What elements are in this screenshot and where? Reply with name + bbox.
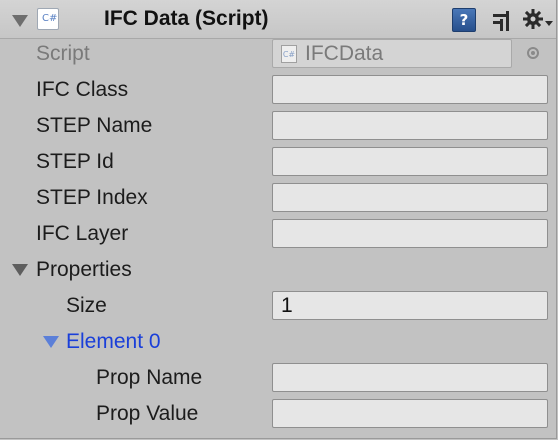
size-label: Size [66,294,107,317]
script-row: Script C# IFCData [0,36,556,72]
properties-label: Properties [36,258,132,281]
csharp-file-icon: C# [281,45,297,63]
step-id-label: STEP Id [36,150,114,173]
script-object-field[interactable]: C# IFCData [272,39,512,68]
field-row-prop-name: Prop Name [0,360,556,396]
step-index-input[interactable] [272,183,548,212]
csharp-script-icon: C# [42,13,58,24]
inspector-component-panel: C# IFC Data (Script) ? Script C# IFCData… [0,0,557,439]
component-enabled-checkbox[interactable]: C# [37,8,59,30]
step-index-label: STEP Index [36,186,148,209]
component-header[interactable]: C# IFC Data (Script) ? [0,0,556,39]
prop-name-label: Prop Name [96,366,203,389]
gear-icon[interactable] [522,8,554,32]
field-row-step-id: STEP Id [0,144,556,180]
component-title: IFC Data (Script) [104,7,269,30]
step-name-input[interactable] [272,111,548,140]
ifc-class-input[interactable] [272,75,548,104]
field-row-ifc-class: IFC Class [0,72,556,108]
ifc-layer-input[interactable] [272,219,548,248]
properties-foldout[interactable]: Properties [0,252,556,288]
element-0-foldout[interactable]: Element 0 [0,324,556,360]
step-name-label: STEP Name [36,114,153,137]
field-row-size: Size 1 [0,288,556,324]
field-row-prop-value: Prop Value [0,396,556,432]
field-row-step-name: STEP Name [0,108,556,144]
field-row-step-index: STEP Index [0,180,556,216]
element-0-label: Element 0 [66,330,161,353]
size-input[interactable]: 1 [272,291,548,320]
element-0-foldout-arrow-icon[interactable] [43,336,59,348]
prop-value-input[interactable] [272,399,548,428]
prop-name-input[interactable] [272,363,548,392]
step-id-input[interactable] [272,147,548,176]
component-foldout-arrow-icon[interactable] [12,15,28,27]
properties-foldout-arrow-icon[interactable] [12,264,28,276]
help-icon[interactable]: ? [452,8,476,32]
preset-icon[interactable] [490,9,514,33]
script-object-value: IFCData [305,42,384,65]
field-row-ifc-layer: IFC Layer [0,216,556,252]
object-picker-icon[interactable] [527,47,539,59]
script-label: Script [36,42,90,65]
ifc-layer-label: IFC Layer [36,222,129,245]
prop-value-label: Prop Value [96,402,199,425]
ifc-class-label: IFC Class [36,78,129,101]
